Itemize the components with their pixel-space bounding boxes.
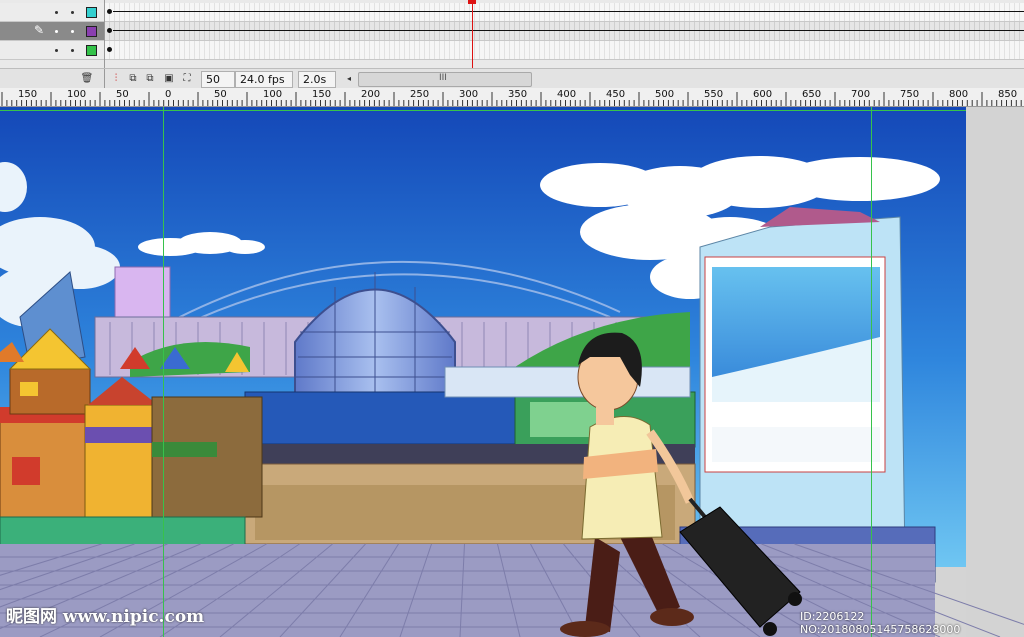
ruler-label: 650 xyxy=(802,89,822,100)
watermark-id: ID:2206122 NO:20180805145758628000 xyxy=(800,610,961,636)
tween-line xyxy=(113,11,1024,12)
trash-icon[interactable]: 🗑 xyxy=(80,72,94,85)
frames-row-3[interactable] xyxy=(105,41,1024,60)
frame-rate-field[interactable]: 24.0 fps xyxy=(235,71,293,88)
scroll-left-icon[interactable]: ◂ xyxy=(342,72,356,85)
onion-outline-icon[interactable]: ⧉ xyxy=(143,72,157,85)
ruler-label: 0 xyxy=(165,89,172,100)
ruler-label: 500 xyxy=(655,89,675,100)
lock-dot[interactable] xyxy=(71,30,74,33)
ruler-label: 150 xyxy=(18,89,38,100)
stage-guide-right[interactable] xyxy=(871,107,872,637)
ruler-label: 150 xyxy=(312,89,332,100)
layer-color-swatch[interactable] xyxy=(86,7,97,18)
frames-row-2[interactable] xyxy=(105,22,1024,41)
layer-row-2[interactable]: ✎ xyxy=(0,22,104,41)
lock-dot[interactable] xyxy=(71,11,74,14)
visibility-dot[interactable] xyxy=(55,30,58,33)
pasteboard xyxy=(966,107,1024,637)
ruler-label: 850 xyxy=(998,89,1018,100)
playhead[interactable] xyxy=(472,0,473,70)
scroll-grip[interactable]: III xyxy=(439,73,447,83)
layer-row-3[interactable] xyxy=(0,41,104,60)
keyframe[interactable] xyxy=(107,28,112,33)
horizontal-ruler: 150 100 50 0 50 100 150 200 250 300 350 400 450 500 55… xyxy=(0,88,1024,107)
modify-markers-icon[interactable]: ⛶ xyxy=(180,72,194,85)
timeline-footer: 🗑 ⫶ ⧉ ⧉ ▣ ⛶ 50 24.0 fps 2.0s ◂ III xyxy=(0,68,1024,90)
footer-divider xyxy=(104,69,105,89)
edit-multiple-frames-icon[interactable]: ▣ xyxy=(162,72,176,85)
frames-row-1[interactable] xyxy=(105,3,1024,22)
ruler-label: 100 xyxy=(67,89,87,100)
blue-facade xyxy=(244,391,521,445)
ruler-label: 800 xyxy=(949,89,969,100)
layer-color-swatch[interactable] xyxy=(86,45,97,56)
timeline-panel: ✎ 🗑 ⫶ ⧉ ⧉ ▣ ⛶ 50 24.0 fps 2.0s ◂ III xyxy=(0,0,1024,90)
ruler-label: 250 xyxy=(410,89,430,100)
ruler-label: 700 xyxy=(851,89,871,100)
current-frame-field: 50 xyxy=(201,71,235,88)
playhead-handle[interactable] xyxy=(468,0,476,4)
timeline-scrollbar[interactable]: III xyxy=(358,72,532,87)
visibility-dot[interactable] xyxy=(55,49,58,52)
stage-canvas[interactable] xyxy=(0,107,1024,637)
ruler-label: 400 xyxy=(557,89,577,100)
keyframe[interactable] xyxy=(107,9,112,14)
lock-dot[interactable] xyxy=(71,49,74,52)
stage-guide-top[interactable] xyxy=(0,110,966,111)
onion-skin-icon[interactable]: ⧉ xyxy=(126,72,140,85)
keyframe[interactable] xyxy=(107,47,112,52)
center-frame-icon[interactable]: ⫶ xyxy=(109,72,123,85)
elapsed-time-field: 2.0s xyxy=(298,71,336,88)
ruler-label: 100 xyxy=(263,89,283,100)
ruler-label: 550 xyxy=(704,89,724,100)
stage-guide-left[interactable] xyxy=(163,107,164,637)
glass-band xyxy=(444,366,691,398)
pencil-icon: ✎ xyxy=(34,23,45,37)
layer-row-1[interactable] xyxy=(0,3,104,22)
ruler-label: 350 xyxy=(508,89,528,100)
watermark-logo-text: 昵图网 www.nipic.com xyxy=(6,607,205,627)
ruler-label: 50 xyxy=(214,89,227,100)
tween-line xyxy=(113,30,1024,31)
ruler-label: 300 xyxy=(459,89,479,100)
visibility-dot[interactable] xyxy=(55,11,58,14)
layer-color-swatch[interactable] xyxy=(86,26,97,37)
ruler-label: 450 xyxy=(606,89,626,100)
ruler-label: 600 xyxy=(753,89,773,100)
ruler-label: 50 xyxy=(116,89,129,100)
ruler-label: 750 xyxy=(900,89,920,100)
ruler-label: 200 xyxy=(361,89,381,100)
